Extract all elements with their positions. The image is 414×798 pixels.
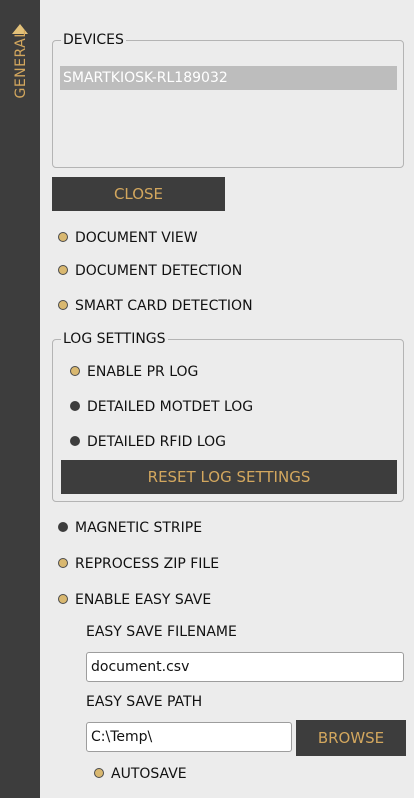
option-enable-easy-save[interactable]: ENABLE EASY SAVE [58,588,211,612]
devices-legend: DEVICES [63,32,124,48]
devices-group: DEVICES SMARTKIOSK-RL189032 [52,32,404,168]
option-label: ENABLE EASY SAVE [75,592,212,608]
close-button[interactable]: CLOSE [52,177,225,211]
magnetic-stripe-status-dot-icon [58,522,68,532]
option-document-detection[interactable]: DOCUMENT DETECTION [58,259,242,283]
general-side-tab[interactable]: GENERAL [0,0,40,798]
enable-easy-save-status-dot-icon [58,594,68,604]
easy-save-path-label: EASY SAVE PATH [86,694,203,710]
option-label: DETAILED MOTDET LOG [87,399,254,415]
option-detailed-motdet-log[interactable]: DETAILED MOTDET LOG [70,395,253,419]
reset-log-settings-button[interactable]: RESET LOG SETTINGS [61,460,397,494]
log-settings-legend: LOG SETTINGS [63,331,166,347]
option-label: AUTOSAVE [111,766,187,782]
detailed-rfid-log-status-dot-icon [70,436,80,446]
option-autosave[interactable]: AUTOSAVE [94,762,187,786]
browse-button[interactable]: BROWSE [296,720,406,756]
option-label: ENABLE PR LOG [87,364,199,380]
document-detection-status-dot-icon [58,265,68,275]
option-label: REPROCESS ZIP FILE [75,556,220,572]
easy-save-path-input[interactable]: C:\Temp\ [86,722,292,752]
option-label: SMART CARD DETECTION [75,298,253,314]
settings-panel: DEVICES SMARTKIOSK-RL189032 CLOSE DOCUME… [40,0,414,798]
enable-pr-log-status-dot-icon [70,366,80,376]
option-label: DOCUMENT VIEW [75,230,198,246]
option-document-view[interactable]: DOCUMENT VIEW [58,226,198,250]
easy-save-filename-label: EASY SAVE FILENAME [86,624,237,640]
document-view-status-dot-icon [58,232,68,242]
option-label: DOCUMENT DETECTION [75,263,243,279]
detailed-motdet-log-status-dot-icon [70,401,80,411]
reprocess-zip-file-status-dot-icon [58,558,68,568]
autosave-status-dot-icon [94,768,104,778]
option-detailed-rfid-log[interactable]: DETAILED RFID LOG [70,430,226,454]
option-label: DETAILED RFID LOG [87,434,226,450]
option-magnetic-stripe[interactable]: MAGNETIC STRIPE [58,516,202,540]
device-list-item[interactable]: SMARTKIOSK-RL189032 [60,66,397,90]
option-reprocess-zip-file[interactable]: REPROCESS ZIP FILE [58,552,219,576]
option-smart-card-detection[interactable]: SMART CARD DETECTION [58,294,253,318]
general-tab-label: GENERAL [13,29,29,99]
easy-save-filename-input[interactable]: document.csv [86,652,404,682]
option-label: MAGNETIC STRIPE [75,520,203,536]
option-enable-pr-log[interactable]: ENABLE PR LOG [70,360,198,384]
smart-card-detection-status-dot-icon [58,300,68,310]
